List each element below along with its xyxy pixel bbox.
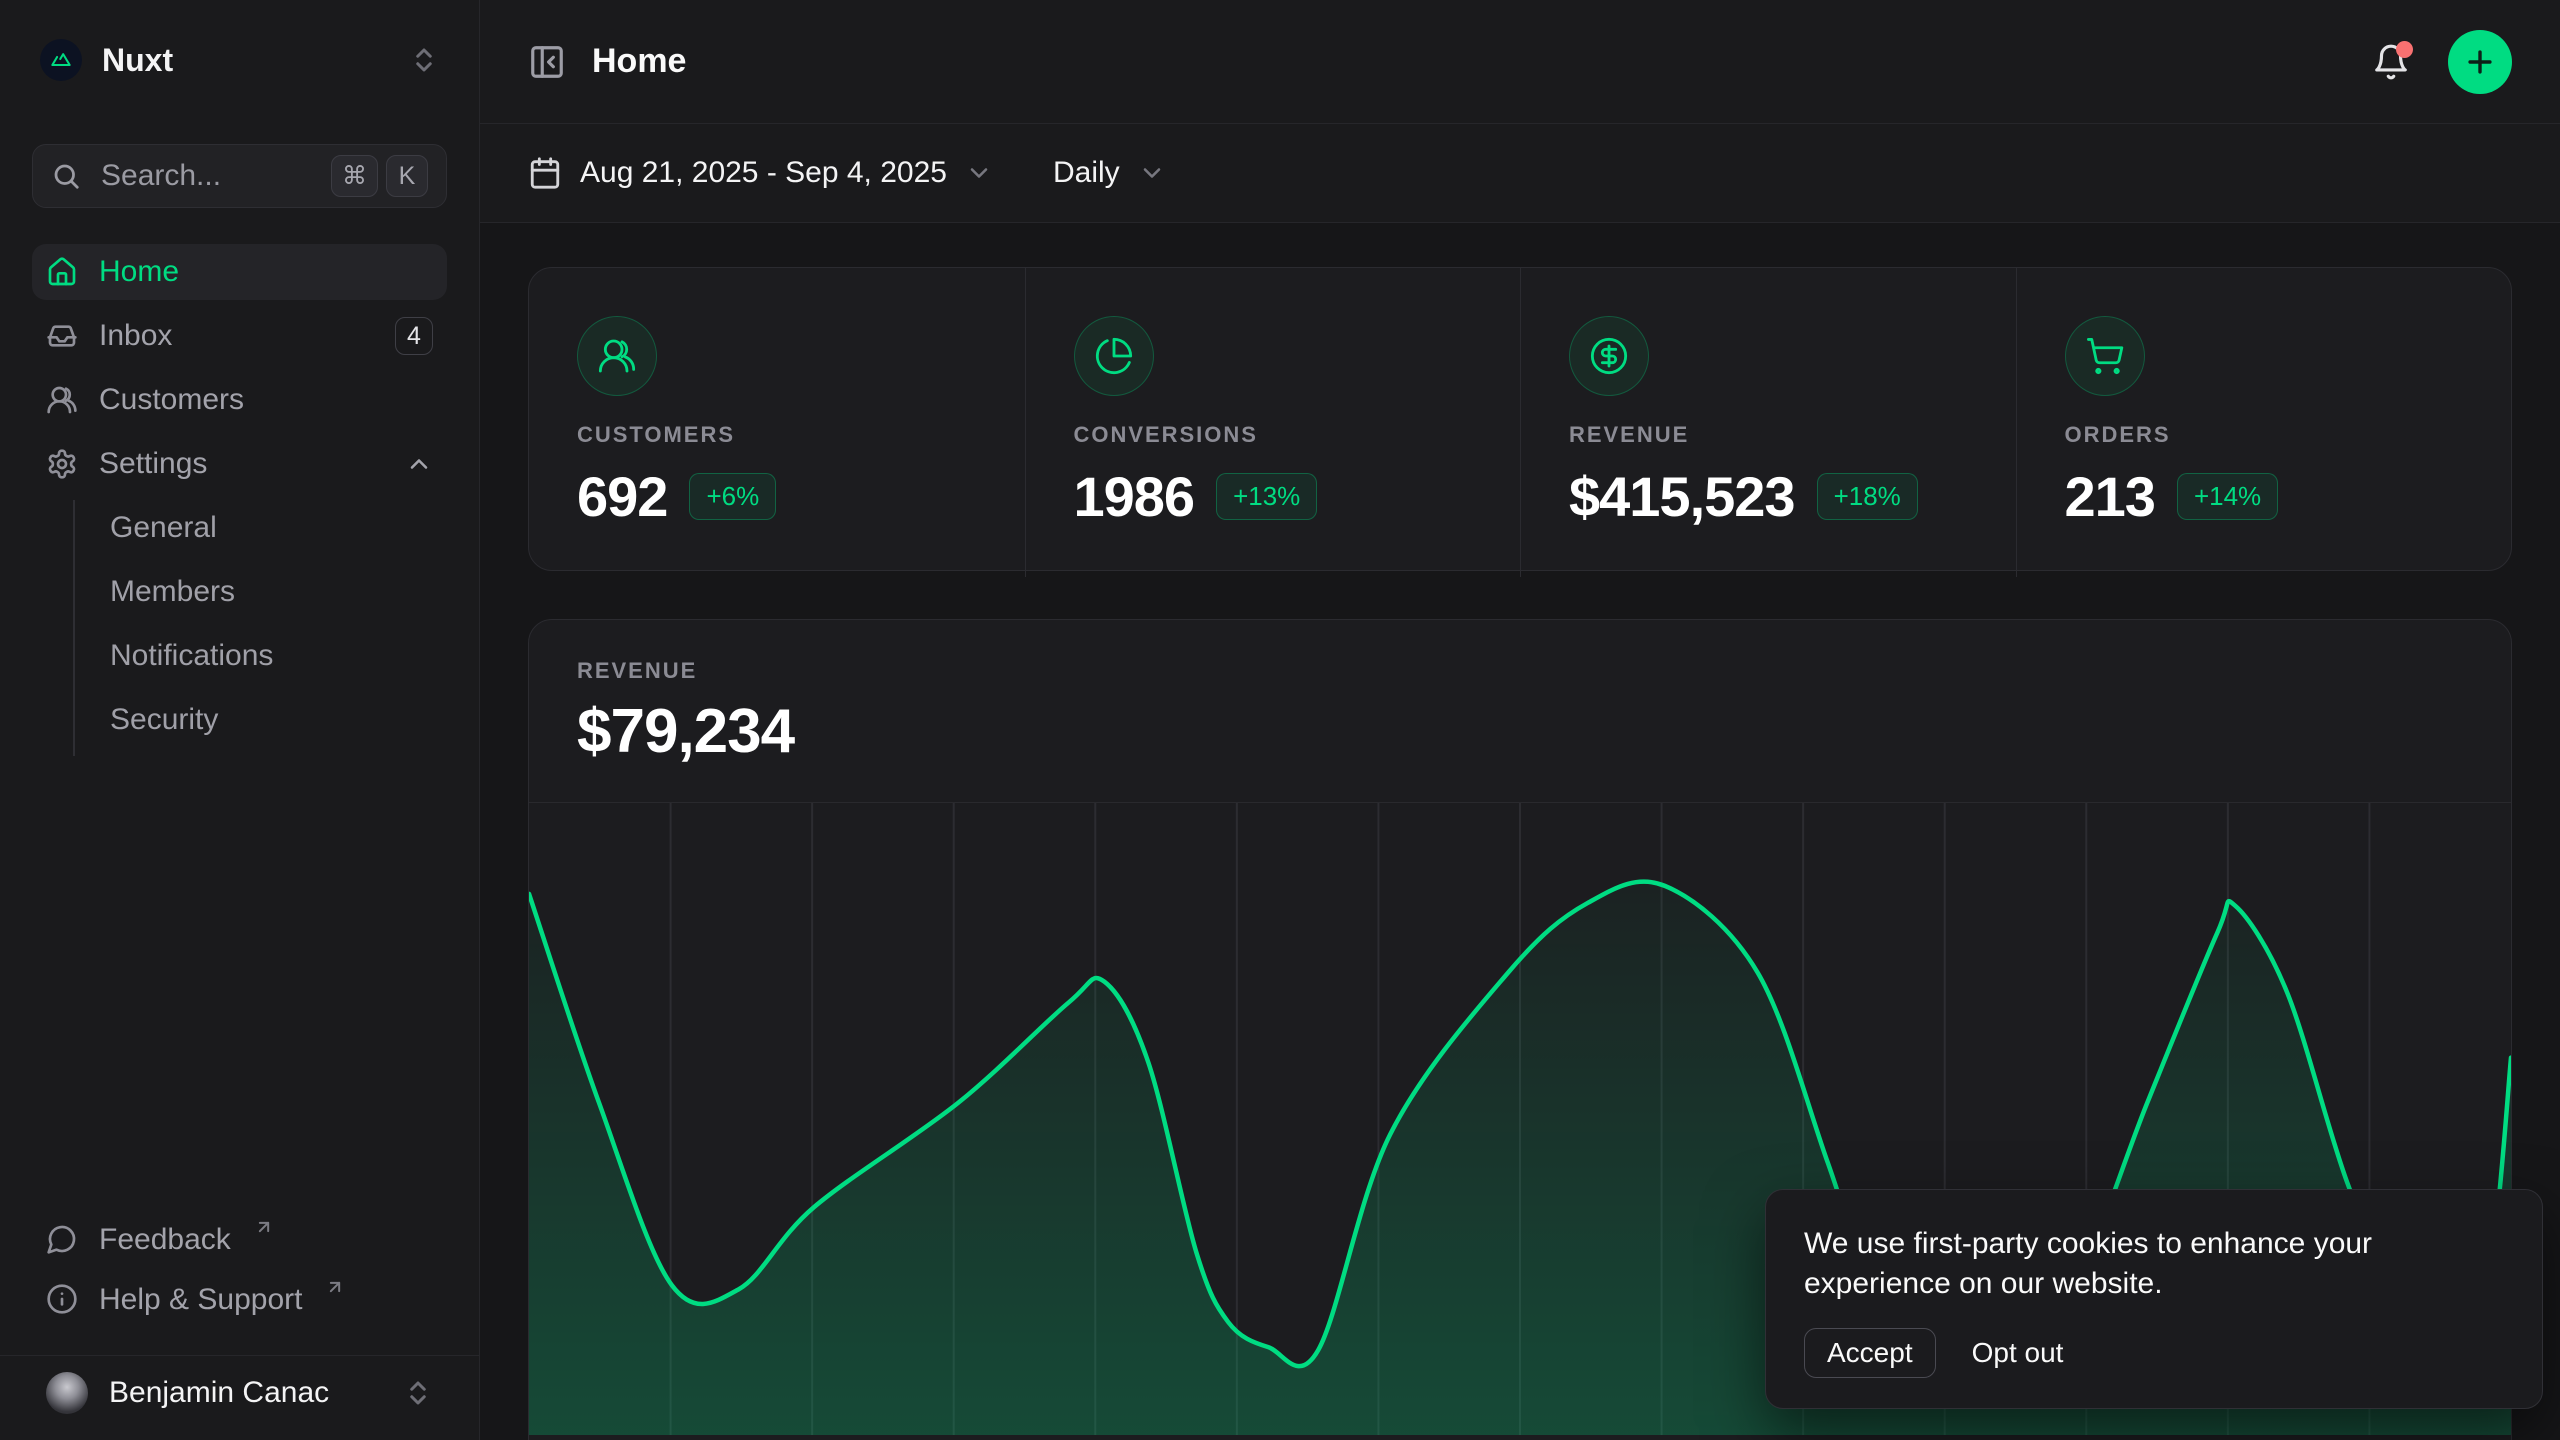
plus-icon [2463,45,2497,79]
cookie-optout-button[interactable]: Opt out [1972,1337,2064,1369]
sidebar: Nuxt Search... ⌘ K Home Inbox 4 [0,0,480,1440]
inbox-icon [46,320,78,352]
chart-total-value: $79,234 [577,696,2463,768]
stat-label: CUSTOMERS [577,422,977,448]
page-header: Home [480,0,2560,124]
gear-icon [46,448,78,480]
chevrons-up-down-icon [403,1378,433,1408]
chevrons-up-down-icon [409,45,439,75]
panel-left-close-icon [528,43,566,81]
nuxt-logo-icon [40,39,82,81]
info-icon [46,1283,78,1315]
date-range-value: Aug 21, 2025 - Sep 4, 2025 [580,156,947,190]
collapse-sidebar-button[interactable] [528,43,566,81]
users-icon [46,384,78,416]
filter-toolbar: Aug 21, 2025 - Sep 4, 2025 Daily [480,124,2560,223]
stat-delta-badge: +13% [1216,473,1317,520]
workspace-name: Nuxt [102,42,173,79]
sidebar-item-members[interactable]: Members [106,564,447,620]
stat-revenue[interactable]: REVENUE $415,523 +18% [1520,268,2016,577]
granularity-value: Daily [1053,156,1120,190]
home-icon [46,256,78,288]
notifications-button[interactable] [2372,43,2410,81]
stat-delta-badge: +18% [1817,473,1918,520]
chevron-down-icon [1138,159,1166,187]
cookie-message: We use first-party cookies to enhance yo… [1804,1224,2504,1304]
cookie-accept-button[interactable]: Accept [1804,1328,1936,1378]
sidebar-item-label: Inbox [99,319,172,353]
stat-label: ORDERS [2065,422,2464,448]
workspace-switcher[interactable]: Nuxt [32,36,447,84]
chart-title: REVENUE [577,658,2463,684]
shopping-cart-icon [2065,316,2145,396]
cookie-banner: We use first-party cookies to enhance yo… [1765,1189,2543,1409]
help-support-label: Help & Support [99,1283,302,1317]
sidebar-footer: Feedback Help & Support Benjamin Canac [32,1217,447,1428]
search-icon [51,161,81,191]
chevron-down-icon [965,159,993,187]
stat-conversions[interactable]: CONVERSIONS 1986 +13% [1025,268,1521,577]
user-avatar [46,1372,88,1414]
sidebar-item-settings[interactable]: Settings [32,436,447,492]
notification-dot [2396,41,2413,58]
sidebar-nav: Home Inbox 4 Customers Settings Ge [32,244,447,756]
search-input[interactable]: Search... ⌘ K [32,144,447,208]
pie-chart-icon [1074,316,1154,396]
sidebar-item-label: Settings [99,447,207,481]
sidebar-item-inbox[interactable]: Inbox 4 [32,308,447,364]
stat-value: 1986 [1074,464,1195,529]
stats-overview: CUSTOMERS 692 +6% CONVERSIONS 1986 +13% [528,267,2512,571]
stat-customers[interactable]: CUSTOMERS 692 +6% [529,268,1025,577]
user-name: Benjamin Canac [109,1376,329,1410]
circle-dollar-icon [1569,316,1649,396]
sidebar-item-security[interactable]: Security [106,692,447,748]
page-title: Home [592,42,686,81]
message-circle-icon [46,1223,78,1255]
inbox-count-badge: 4 [395,317,433,355]
granularity-select[interactable]: Daily [1053,156,1166,190]
arrow-up-right-icon [254,1217,274,1237]
stat-delta-badge: +14% [2177,473,2278,520]
stat-value: 213 [2065,464,2155,529]
sidebar-item-home[interactable]: Home [32,244,447,300]
stat-label: REVENUE [1569,422,1968,448]
sidebar-item-notifications[interactable]: Notifications [106,628,447,684]
user-menu[interactable]: Benjamin Canac [32,1356,447,1428]
feedback-link[interactable]: Feedback [32,1217,447,1277]
stat-delta-badge: +6% [689,473,776,520]
settings-subnav: General Members Notifications Security [73,500,447,756]
feedback-label: Feedback [99,1223,231,1257]
search-placeholder: Search... [101,159,221,193]
arrow-up-right-icon [325,1277,345,1297]
sidebar-item-customers[interactable]: Customers [32,372,447,428]
sidebar-item-label: Customers [99,383,244,417]
users-group-icon [577,316,657,396]
stat-orders[interactable]: ORDERS 213 +14% [2016,268,2512,577]
stat-value: 692 [577,464,667,529]
kbd-cmd: ⌘ [331,155,378,197]
stat-label: CONVERSIONS [1074,422,1473,448]
calendar-icon [528,156,562,190]
sidebar-item-general[interactable]: General [106,500,447,556]
date-range-picker[interactable]: Aug 21, 2025 - Sep 4, 2025 [528,156,993,190]
add-button[interactable] [2448,30,2512,94]
kbd-k: K [386,155,428,197]
sidebar-item-label: Home [99,255,179,289]
stat-value: $415,523 [1569,464,1795,529]
chevron-up-icon [405,450,433,478]
help-support-link[interactable]: Help & Support [32,1277,447,1337]
